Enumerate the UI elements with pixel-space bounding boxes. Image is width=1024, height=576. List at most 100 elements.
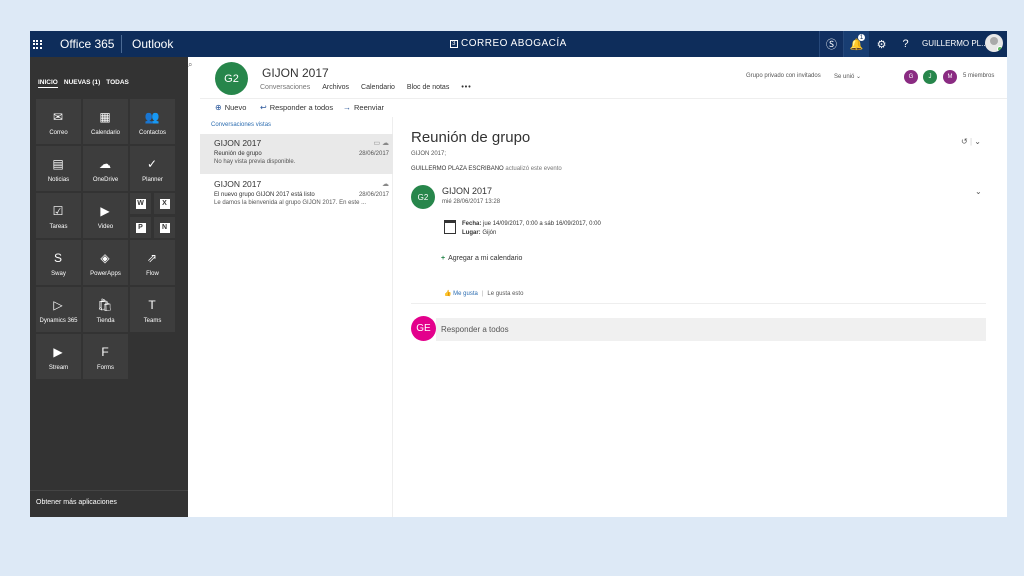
add-to-calendar-button[interactable]: + Agregar a mi calendario xyxy=(441,255,522,262)
tile-label: Forms xyxy=(97,365,114,371)
notifications-button[interactable]: 🔔 1 xyxy=(844,31,869,57)
tile-label: Video xyxy=(97,224,114,230)
tile-powerapps[interactable]: ◈ PowerApps xyxy=(83,240,128,285)
launcher-tabs: INICIO NUEVAS (1) TODAS xyxy=(38,79,129,88)
event-actor: GUILLERMO PLAZA ESCRIBANO actualizó este… xyxy=(411,166,562,172)
like-button[interactable]: 👍 Me gusta xyxy=(444,291,478,297)
presence-icon xyxy=(997,46,1003,52)
tile-noticias[interactable]: ▤ Noticias xyxy=(36,146,81,191)
user-avatar[interactable] xyxy=(985,34,1003,52)
tab-todas[interactable]: TODAS xyxy=(106,79,129,88)
tile-label: Sway xyxy=(51,271,66,277)
tile-tareas[interactable]: ☑ Tareas xyxy=(36,193,81,238)
tile-sway[interactable]: S Sway xyxy=(36,240,81,285)
actor-name[interactable]: GUILLERMO PLAZA ESCRIBANO xyxy=(411,166,504,172)
group-privacy: Grupo privado con invitados xyxy=(746,73,821,79)
sway-icon: S xyxy=(53,251,62,265)
tab-conversaciones[interactable]: Conversaciones xyxy=(260,84,310,91)
reply-all-button[interactable]: ↩ Responder a todos xyxy=(260,103,333,112)
tile-correo[interactable]: ✉ Correo xyxy=(36,99,81,144)
forward-icon: → xyxy=(343,103,351,112)
calendar-icon: ▦ xyxy=(99,110,111,124)
tile-planner[interactable]: ✓ Planner xyxy=(130,146,175,191)
member-count[interactable]: 5 miembros xyxy=(963,73,994,79)
group-title: GIJON 2017 xyxy=(262,66,329,80)
tile-label: Noticias xyxy=(47,177,70,183)
tile-word[interactable]: W xyxy=(130,193,151,214)
search-icon[interactable]: ⌕ xyxy=(188,60,192,70)
reply-all-input[interactable]: Responder a todos xyxy=(436,318,986,341)
tab-nuevas[interactable]: NUEVAS (1) xyxy=(64,79,100,88)
more-apps-link[interactable]: Obtener más aplicaciones xyxy=(30,490,188,517)
brand-logo: 3 CORREO ABOGACÍA xyxy=(450,38,567,49)
tile-onenote[interactable]: N xyxy=(154,217,175,238)
tile-contactos[interactable]: 👥 Contactos xyxy=(130,99,175,144)
list-item[interactable]: GIJON 2017 Reunión de grupo No hay vista… xyxy=(200,134,393,174)
help-button[interactable]: ? xyxy=(893,31,918,57)
skype-icon: Ⓢ xyxy=(826,39,837,51)
item-preview: No hay vista previa disponible. xyxy=(214,159,296,165)
app-title[interactable]: Outlook xyxy=(132,37,173,51)
date-value: jue 14/09/2017, 0:00 a sáb 16/09/2017, 0… xyxy=(483,221,601,227)
forward-label: Reenviar xyxy=(354,103,385,112)
divider: | xyxy=(481,291,484,297)
like-label: Me gusta xyxy=(453,291,478,297)
list-item[interactable]: GIJON 2017 El nuevo grupo GIJON 2017 est… xyxy=(200,175,393,215)
forward-button[interactable]: → Reenviar xyxy=(343,103,384,112)
dynamics-icon: ▷ xyxy=(53,298,63,312)
new-button[interactable]: ⊕ Nuevo xyxy=(215,103,246,112)
teams-icon: T xyxy=(148,298,156,312)
member-avatar[interactable]: J xyxy=(923,70,937,84)
tile-dynamics[interactable]: ▷ Dynamics 365 xyxy=(36,287,81,332)
more-icon[interactable]: ••• xyxy=(461,84,471,91)
reply-tools[interactable]: ↺ | ⌄ xyxy=(961,137,981,146)
user-name[interactable]: GUILLERMO PL... xyxy=(922,39,988,48)
tile-label: Stream xyxy=(48,365,69,371)
tab-calendario[interactable]: Calendario xyxy=(361,84,395,91)
tab-inicio[interactable]: INICIO xyxy=(38,79,58,88)
powerapps-icon: ◈ xyxy=(100,251,110,265)
outlook-icon: ✉ xyxy=(52,110,64,124)
place-value: Gijón xyxy=(482,230,497,236)
new-label: Nuevo xyxy=(224,103,247,112)
group-header: G2 GIJON 2017 Conversaciones Archivos Ca… xyxy=(200,57,1007,99)
app-launcher-panel: INICIO NUEVAS (1) TODAS ✉ Correo ▦ Calenda… xyxy=(30,57,188,517)
tile-powerpoint[interactable]: P xyxy=(130,217,151,238)
tile-flow[interactable]: ⇗ Flow xyxy=(130,240,175,285)
reading-pane: Reunión de grupo GIJON 2017; GUILLERMO P… xyxy=(394,117,1007,517)
tab-bloc-de-notas[interactable]: Bloc de notas xyxy=(407,84,449,91)
tile-forms[interactable]: F Forms xyxy=(83,334,128,379)
tile-tienda[interactable]: 🛍 Tienda xyxy=(83,287,128,332)
planner-icon: ✓ xyxy=(146,157,158,171)
like-info[interactable]: Le gusta esto xyxy=(487,291,523,297)
item-date: 28/06/2017 xyxy=(358,151,389,157)
gear-icon: ⚙ xyxy=(876,38,887,51)
tile-video[interactable]: ▶ Video xyxy=(83,193,128,238)
suite-title[interactable]: Office 365 xyxy=(60,37,114,51)
sender-avatar: G2 xyxy=(411,185,435,209)
tile-teams[interactable]: T Teams xyxy=(130,287,175,332)
tile-onedrive[interactable]: ☁ OneDrive xyxy=(83,146,128,191)
chevron-down-icon: ⌄ xyxy=(974,137,981,146)
chevron-down-icon[interactable]: ⌄ xyxy=(975,187,982,196)
member-avatar[interactable]: G xyxy=(904,70,918,84)
conversation-list: Conversaciones vistas GIJON 2017 Reunión… xyxy=(200,117,393,517)
tile-excel[interactable]: X xyxy=(154,193,175,214)
top-bar: Office 365 Outlook 3 CORREO ABOGACÍA Ⓢ 🔔… xyxy=(30,31,1007,57)
app-launcher-button[interactable] xyxy=(30,31,44,57)
skype-button[interactable]: Ⓢ xyxy=(819,31,844,57)
list-heading: Conversaciones vistas xyxy=(211,122,272,128)
tile-label: PowerApps xyxy=(90,271,121,277)
settings-button[interactable]: ⚙ xyxy=(869,31,894,57)
tile-label: Teams xyxy=(143,318,162,324)
tab-archivos[interactable]: Archivos xyxy=(322,84,349,91)
tile-label: Tareas xyxy=(49,224,68,230)
member-avatar[interactable]: M xyxy=(943,70,957,84)
tile-stream[interactable]: ▶ Stream xyxy=(36,334,81,379)
flow-icon: ⇗ xyxy=(146,251,158,265)
tile-calendario[interactable]: ▦ Calendario xyxy=(83,99,128,144)
word-icon: W xyxy=(135,198,146,209)
divider: | xyxy=(969,137,973,146)
joined-dropdown[interactable]: Se unió ⌄ xyxy=(834,73,861,80)
forms-icon: F xyxy=(101,345,109,359)
